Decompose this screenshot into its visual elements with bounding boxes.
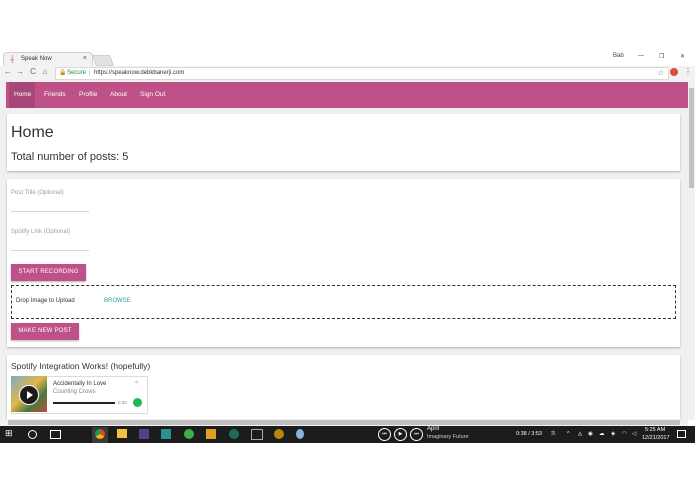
task-view-icon[interactable] xyxy=(50,430,61,439)
nav-item-profile[interactable]: Profile xyxy=(79,82,97,108)
wifi-icon[interactable]: ◠ xyxy=(622,431,627,437)
window-maximize-icon[interactable]: ❐ xyxy=(659,53,664,60)
new-post-card xyxy=(7,179,680,347)
app-icon-7[interactable] xyxy=(274,429,284,439)
media-title: April xyxy=(427,426,440,432)
clock-time[interactable]: 5:25 AM xyxy=(645,427,665,433)
track-time: 0:30 xyxy=(118,400,127,405)
start-recording-button[interactable]: START RECORDING xyxy=(11,264,86,281)
back-icon[interactable]: ← xyxy=(3,67,13,76)
tray-security-icon[interactable]: ◈ xyxy=(611,431,615,437)
new-tab-button[interactable] xyxy=(91,55,115,66)
menu-dots-icon[interactable]: ⋮ xyxy=(684,67,692,76)
app-icon-5[interactable] xyxy=(229,429,239,439)
page-title: Home xyxy=(11,124,54,141)
post-title: Spotify Integration Works! (hopefully) xyxy=(11,361,151,371)
window-minimize-icon[interactable]: — xyxy=(638,53,644,59)
browse-button[interactable]: BROWSE xyxy=(104,298,131,304)
secure-label: Secure xyxy=(67,70,87,76)
tray-app-icon[interactable]: ◉ xyxy=(588,431,593,437)
browser-tab[interactable]: 𝄞 Speak Now × xyxy=(3,52,93,67)
url-input[interactable]: 🔒 Secure | https://speaknow.debkbanerji.… xyxy=(55,67,669,80)
file-explorer-icon[interactable] xyxy=(117,429,127,438)
volume-icon[interactable]: ◁ xyxy=(632,431,636,437)
tray-chevron-icon[interactable]: ^ xyxy=(567,431,570,437)
navbar xyxy=(6,82,688,108)
clock-date[interactable]: 12/21/2017 xyxy=(642,435,670,441)
home-icon[interactable]: ⌂ xyxy=(40,67,50,76)
media-next-icon[interactable]: ⏭ xyxy=(410,428,423,441)
notifications-icon[interactable] xyxy=(677,430,686,438)
media-play-icon[interactable]: ▶ xyxy=(394,428,407,441)
nav-item-friends[interactable]: Friends xyxy=(44,82,66,108)
window-close-icon[interactable]: ✕ xyxy=(680,53,685,60)
extension-icon[interactable] xyxy=(670,68,678,76)
people-icon[interactable]: ℛ xyxy=(551,431,555,437)
tab-close-icon[interactable]: × xyxy=(83,55,87,62)
url-text: https://speaknow.debkbanerji.com xyxy=(94,70,185,76)
post-title-underline xyxy=(11,211,89,212)
app-icon-2[interactable] xyxy=(161,429,171,439)
post-count: Total number of posts: 5 xyxy=(11,151,129,163)
track-progress-bar[interactable] xyxy=(53,402,115,404)
url-separator: | xyxy=(89,70,91,76)
track-name[interactable]: Accidentally In Love xyxy=(53,381,106,387)
app-icon-6[interactable] xyxy=(251,429,263,440)
speak-now-favicon-icon: 𝄞 xyxy=(10,56,15,63)
app-icon-8[interactable] xyxy=(296,429,304,439)
artist-name[interactable]: Counting Crows xyxy=(53,389,96,395)
share-icon[interactable]: < xyxy=(135,380,139,386)
spotify-logo-icon[interactable] xyxy=(133,398,142,407)
app-icon-4[interactable] xyxy=(206,429,216,439)
play-icon[interactable] xyxy=(19,385,39,405)
tray-drive-icon[interactable]: ◬ xyxy=(578,431,582,437)
window-user-label: Bab xyxy=(613,53,624,59)
media-time: 0:38 / 3:53 xyxy=(516,431,542,437)
tray-cloud-icon[interactable]: ☁ xyxy=(599,431,605,437)
lock-icon: 🔒 xyxy=(59,70,67,76)
post-title-input[interactable]: Post Title (Optional) xyxy=(11,190,64,196)
nav-item-home[interactable]: Home xyxy=(14,82,31,108)
spotify-link-input[interactable]: Spotify Link (Optional) xyxy=(11,229,70,235)
app-icon-3[interactable] xyxy=(184,429,194,439)
nav-item-sign-out[interactable]: Sign Out xyxy=(140,82,165,108)
forward-icon[interactable]: → xyxy=(15,67,25,76)
media-previous-icon[interactable]: ⏮ xyxy=(378,428,391,441)
search-icon[interactable] xyxy=(28,430,37,439)
spotify-link-underline xyxy=(11,250,89,251)
reload-icon[interactable]: C xyxy=(28,67,38,76)
horizontal-scroll-thumb[interactable] xyxy=(8,420,680,425)
start-windows-icon[interactable]: ⊞ xyxy=(5,428,17,440)
nav-item-about[interactable]: About xyxy=(110,82,127,108)
vertical-scroll-thumb[interactable] xyxy=(689,88,694,188)
chrome-icon[interactable] xyxy=(95,429,105,439)
make-new-post-button[interactable]: MAKE NEW POST xyxy=(11,323,79,340)
app-icon-1[interactable] xyxy=(139,429,149,439)
bookmark-star-icon[interactable]: ☆ xyxy=(658,68,664,79)
browser-tab-title: Speak Now xyxy=(21,56,52,62)
media-artist: Imaginary Future xyxy=(427,434,469,440)
drop-label: Drop Image to Upload xyxy=(16,298,75,304)
